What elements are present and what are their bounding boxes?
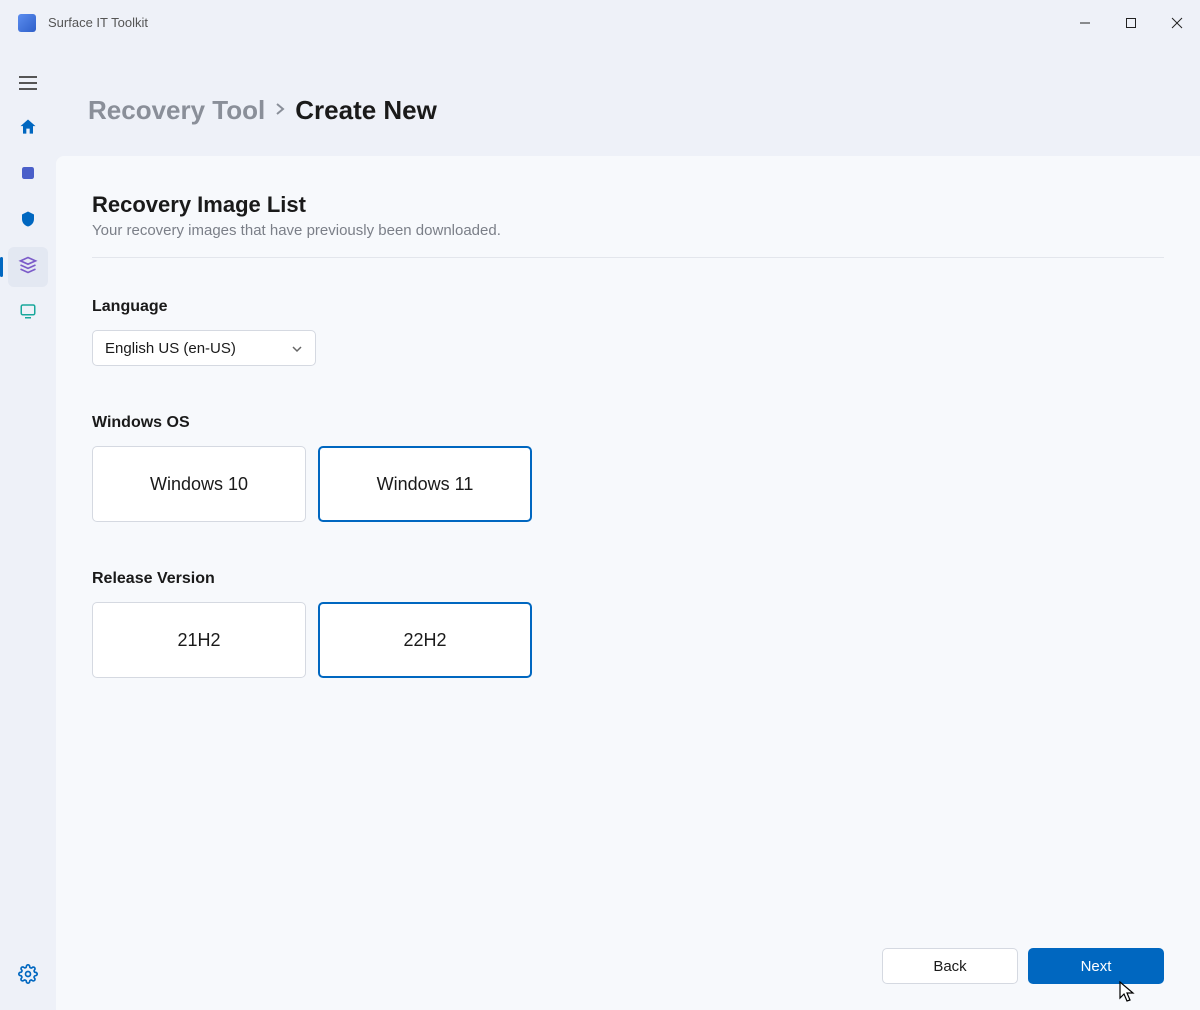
maximize-button[interactable]	[1108, 7, 1154, 39]
os-option-windows-11[interactable]: Windows 11	[318, 446, 532, 522]
os-option-windows-10[interactable]: Windows 10	[92, 446, 306, 522]
os-options: Windows 10 Windows 11	[92, 446, 1164, 522]
sidebar	[0, 45, 56, 1010]
release-label: Release Version	[92, 570, 1164, 588]
back-button[interactable]: Back	[882, 948, 1018, 984]
hamburger-icon	[19, 82, 37, 84]
close-button[interactable]	[1154, 7, 1200, 39]
sidebar-item-recovery-tool[interactable]	[8, 247, 48, 287]
titlebar: Surface IT Toolkit	[0, 0, 1200, 45]
release-option-22h2[interactable]: 22H2	[318, 602, 532, 678]
window-title: Surface IT Toolkit	[48, 15, 148, 30]
language-selected-value: English US (en-US)	[105, 340, 236, 357]
panel-subheading: Your recovery images that have previousl…	[92, 222, 1164, 239]
chevron-right-icon	[275, 100, 285, 121]
sidebar-item-settings[interactable]	[8, 956, 48, 996]
os-option-label: Windows 10	[150, 474, 248, 495]
sidebar-item-uefi[interactable]	[8, 201, 48, 241]
next-button[interactable]: Next	[1028, 948, 1164, 984]
diagnostics-icon	[19, 302, 37, 325]
chevron-down-icon	[291, 342, 303, 354]
release-options: 21H2 22H2	[92, 602, 1164, 678]
data-eraser-icon	[19, 164, 37, 187]
breadcrumb-current: Create New	[295, 95, 437, 126]
main-panel: Recovery Image List Your recovery images…	[56, 156, 1200, 1010]
uefi-config-icon	[19, 210, 37, 233]
release-option-label: 21H2	[177, 630, 220, 651]
os-option-label: Windows 11	[377, 474, 474, 495]
recovery-tool-icon	[18, 255, 38, 280]
content-area: Recovery Tool Create New Recovery Image …	[56, 45, 1200, 1010]
os-label: Windows OS	[92, 414, 1164, 432]
breadcrumb: Recovery Tool Create New	[88, 95, 1200, 126]
back-button-label: Back	[933, 958, 966, 975]
panel-heading: Recovery Image List	[92, 192, 1164, 218]
divider	[92, 257, 1164, 258]
sidebar-item-data-eraser[interactable]	[8, 155, 48, 195]
next-button-label: Next	[1081, 958, 1112, 975]
minimize-button[interactable]	[1062, 7, 1108, 39]
release-option-label: 22H2	[403, 630, 446, 651]
breadcrumb-parent[interactable]: Recovery Tool	[88, 95, 265, 126]
sidebar-item-home[interactable]	[8, 109, 48, 149]
language-select[interactable]: English US (en-US)	[92, 330, 316, 366]
home-icon	[18, 117, 38, 142]
hamburger-button[interactable]	[8, 63, 48, 103]
app-icon	[18, 14, 36, 32]
settings-icon	[18, 964, 38, 989]
language-label: Language	[92, 298, 1164, 316]
sidebar-item-diagnostics[interactable]	[8, 293, 48, 333]
release-option-21h2[interactable]: 21H2	[92, 602, 306, 678]
footer: Back Next	[92, 928, 1164, 1010]
window-controls	[1062, 7, 1200, 39]
